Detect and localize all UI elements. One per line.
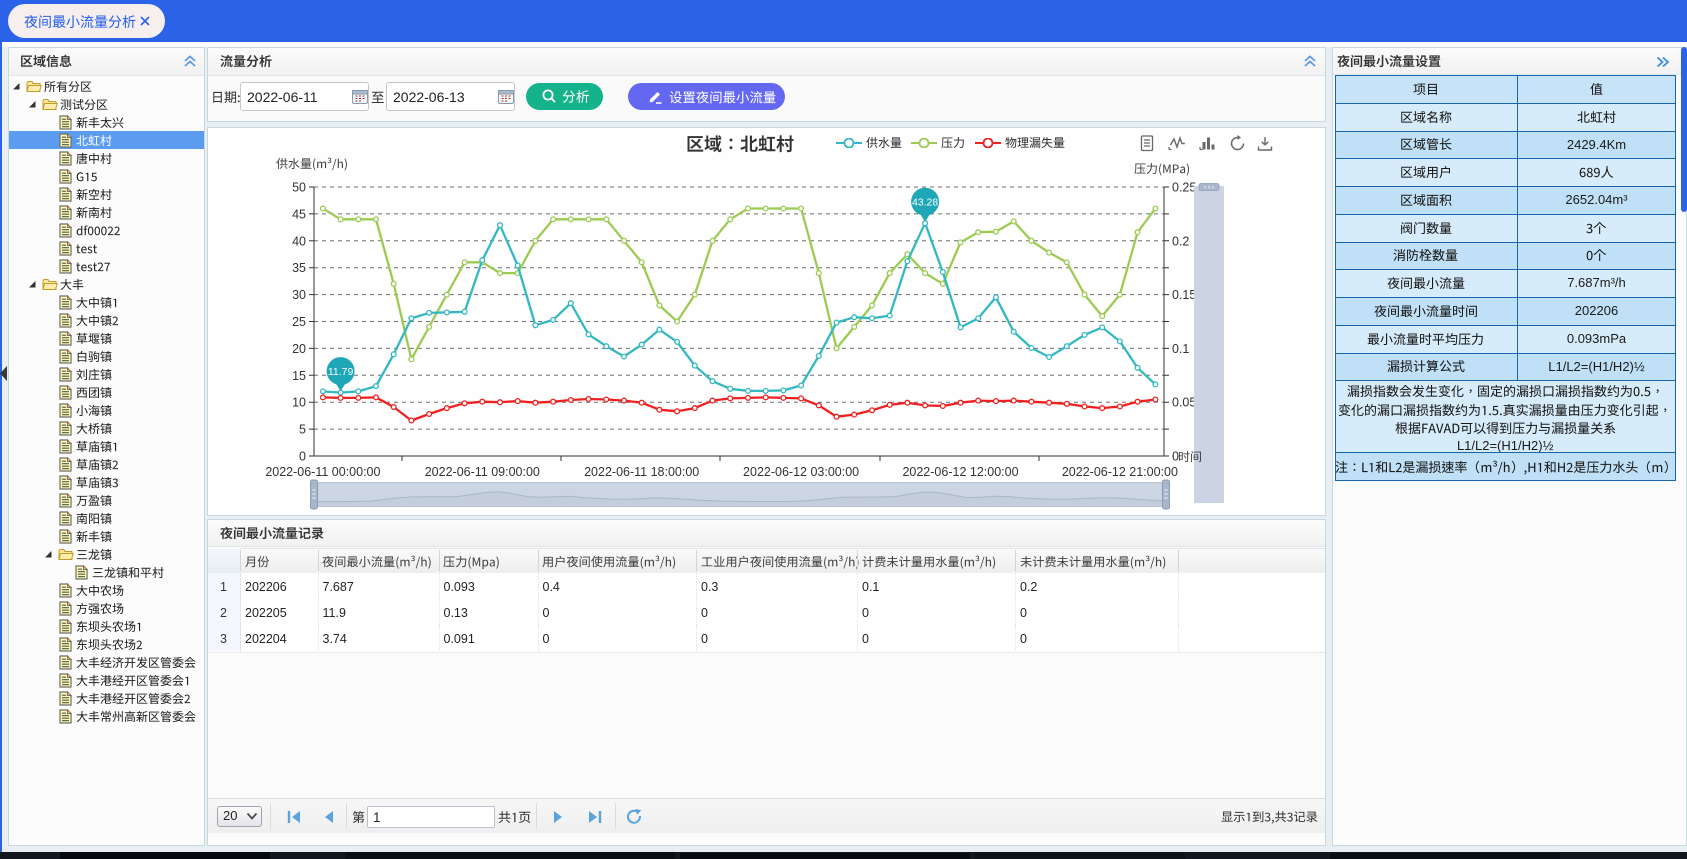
svg-text:43.28: 43.28	[912, 197, 938, 209]
svg-text:50: 50	[292, 181, 306, 195]
svg-text:2022-06-11 09:00:00: 2022-06-11 09:00:00	[425, 465, 540, 479]
svg-text:0.05: 0.05	[1172, 396, 1196, 410]
svg-text:2022-06-11 00:00:00: 2022-06-11 00:00:00	[265, 465, 380, 479]
svg-text:10: 10	[292, 396, 306, 410]
svg-text:0.25: 0.25	[1172, 181, 1196, 195]
svg-text:11.79: 11.79	[328, 366, 354, 378]
svg-text:2022-06-11 18:00:00: 2022-06-11 18:00:00	[584, 465, 699, 479]
svg-text:45: 45	[292, 207, 306, 221]
svg-text:0.1: 0.1	[1172, 342, 1189, 356]
svg-text:0: 0	[299, 450, 306, 464]
svg-text:30: 30	[292, 288, 306, 302]
svg-text:2022-06-12 21:00:00: 2022-06-12 21:00:00	[1062, 465, 1178, 479]
svg-text:15: 15	[292, 369, 306, 383]
svg-text:5: 5	[299, 423, 306, 437]
svg-text:2022-06-12 03:00:00: 2022-06-12 03:00:00	[743, 465, 859, 479]
svg-text:0.2: 0.2	[1172, 234, 1189, 248]
svg-text:20: 20	[292, 342, 306, 356]
svg-text:35: 35	[292, 261, 306, 275]
svg-text:0.15: 0.15	[1172, 288, 1196, 302]
svg-text:40: 40	[292, 234, 306, 248]
svg-text:2022-06-12 12:00:00: 2022-06-12 12:00:00	[902, 465, 1018, 479]
svg-text:25: 25	[292, 315, 306, 329]
